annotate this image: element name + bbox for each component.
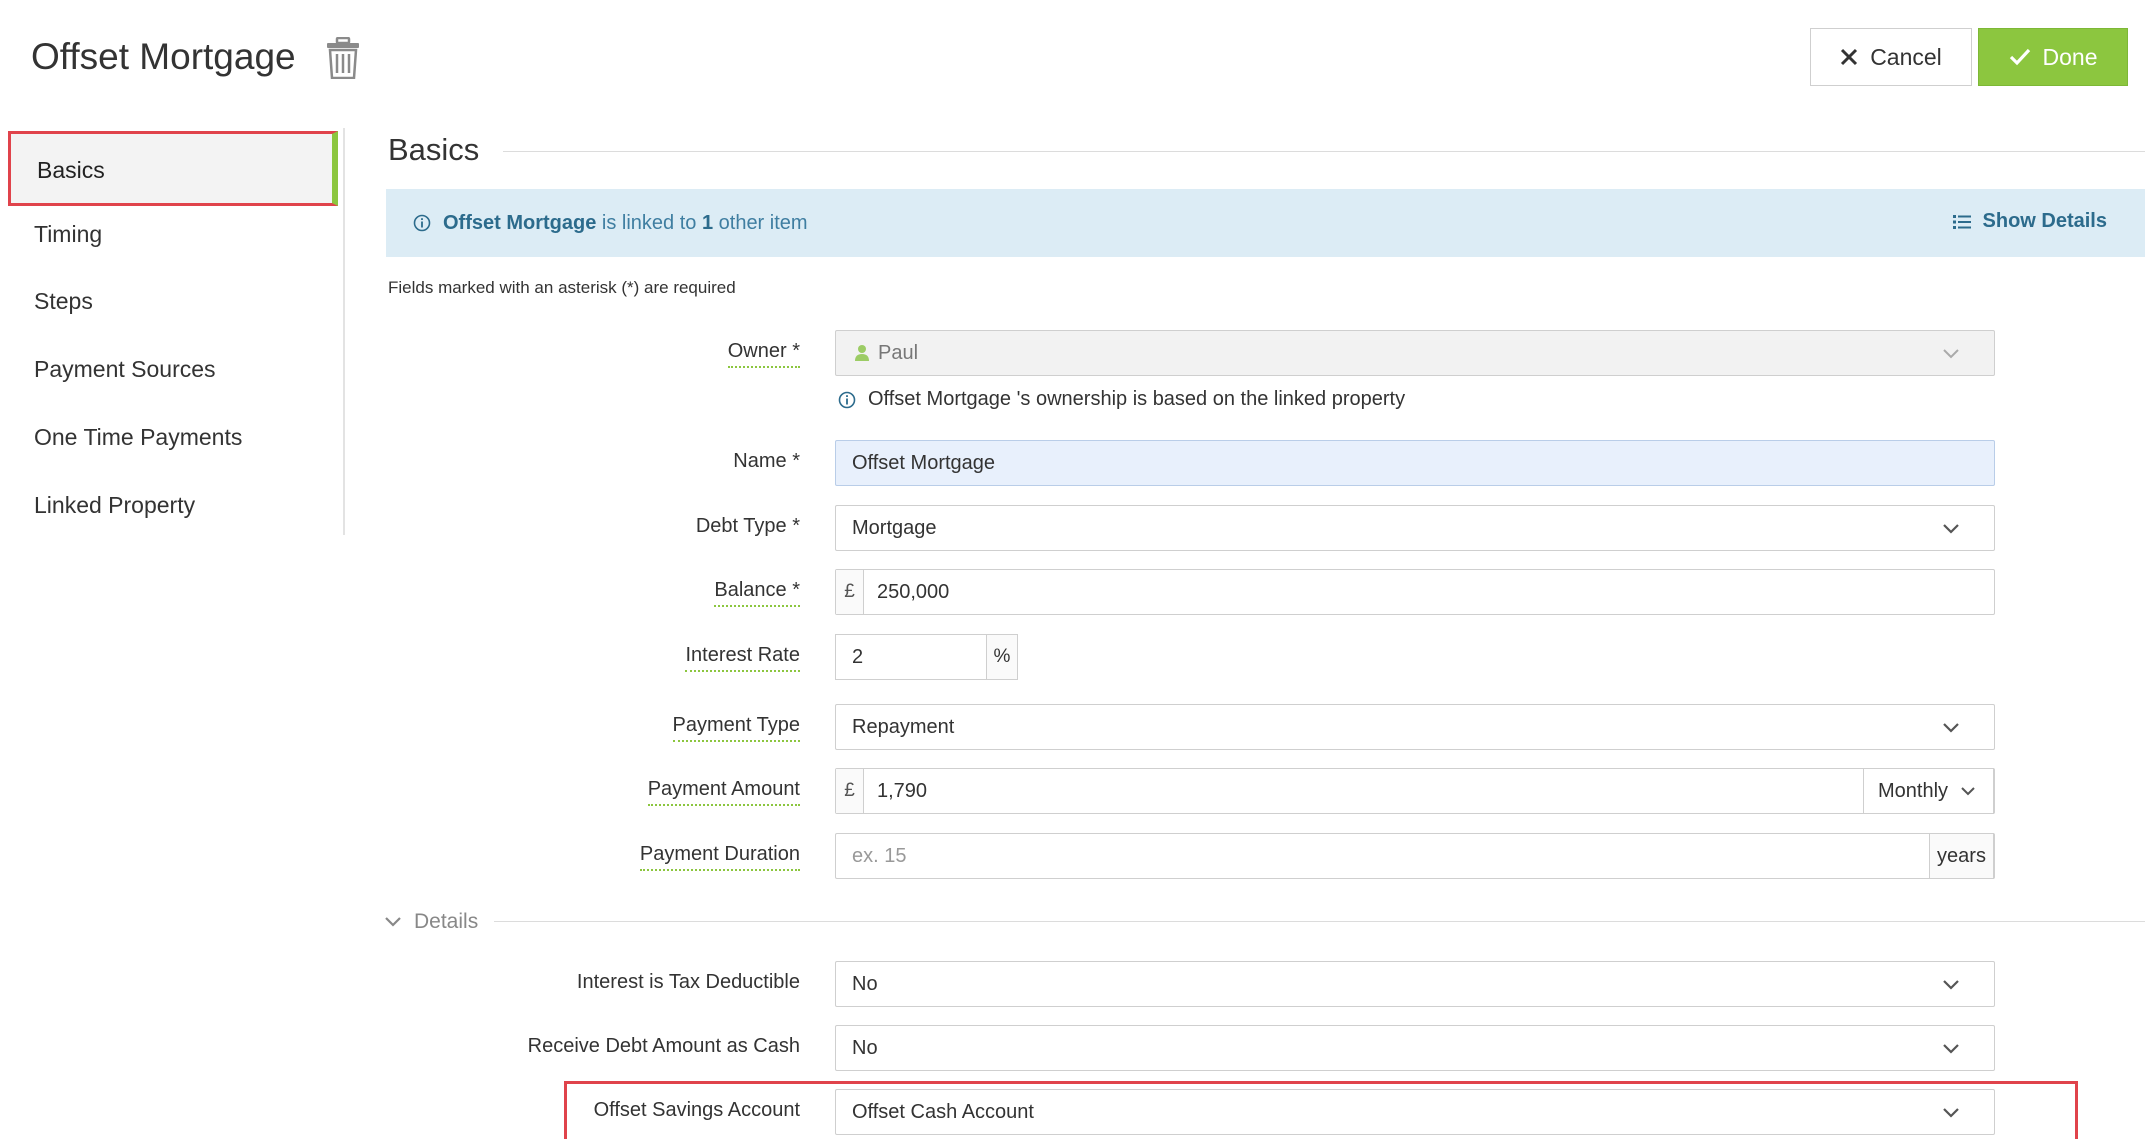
info-item-name[interactable]: Offset Mortgage [443, 212, 596, 235]
list-icon [1952, 214, 1971, 229]
debt-type-label: Debt Type * [695, 515, 800, 537]
chevron-down-icon [1961, 787, 1975, 796]
chevron-down-icon [385, 917, 401, 927]
balance-label: Balance * [714, 579, 800, 607]
payment-duration-label: Payment Duration [639, 843, 800, 871]
show-details-label: Show Details [1982, 210, 2107, 232]
section-title: Basics [388, 132, 480, 167]
owner-label: Owner * [727, 340, 800, 368]
payment-amount-input[interactable]: £ 1,790 Monthly [835, 768, 1995, 814]
owner-value: Paul [878, 341, 919, 364]
debt-type-select[interactable]: Mortgage [835, 505, 1995, 551]
interest-tax-select[interactable]: No [835, 961, 1995, 1007]
details-divider [494, 921, 2145, 922]
sidebar-item-payment-sources[interactable]: Payment Sources [34, 356, 216, 383]
chevron-down-icon [1943, 524, 1959, 534]
info-icon [838, 391, 856, 408]
currency-prefix: £ [836, 769, 864, 813]
payment-duration-input[interactable]: ex. 15 years [835, 833, 1995, 879]
owner-note: Offset Mortgage 's ownership is based on… [838, 388, 1405, 411]
payment-duration-placeholder: ex. 15 [852, 844, 907, 867]
section-divider [503, 151, 2145, 152]
cancel-label: Cancel [1870, 43, 1942, 70]
owner-select: Paul [835, 330, 1995, 376]
years-suffix: years [1929, 833, 1994, 879]
frequency-select[interactable]: Monthly [1863, 768, 1994, 814]
info-text-2: other item [713, 211, 808, 234]
frequency-value: Monthly [1878, 779, 1949, 802]
info-count: 1 [701, 211, 714, 234]
details-label: Details [414, 910, 479, 933]
receive-cash-select[interactable]: No [835, 1025, 1995, 1071]
balance-value: 250,000 [877, 580, 950, 603]
page-title: Offset Mortgage [31, 36, 296, 77]
percent-suffix: % [986, 635, 1017, 679]
done-button[interactable]: Done [1978, 28, 2128, 86]
name-value: Offset Mortgage [852, 451, 996, 474]
payment-amount-value: 1,790 [877, 779, 928, 802]
debt-type-value: Mortgage [852, 516, 937, 539]
chevron-down-icon [1943, 1044, 1959, 1054]
chevron-down-icon [1943, 349, 1959, 359]
balance-input[interactable]: £ 250,000 [835, 569, 1995, 615]
chevron-down-icon [1943, 1108, 1959, 1118]
done-label: Done [2042, 43, 2098, 70]
sidebar-item-label: Basics [37, 157, 105, 183]
name-input[interactable]: Offset Mortgage [835, 440, 1995, 486]
chevron-down-icon [1943, 723, 1959, 733]
sidebar-item-timing[interactable]: Timing [34, 221, 102, 248]
close-icon [1841, 48, 1858, 66]
receive-cash-value: No [852, 1036, 878, 1059]
details-toggle[interactable]: Details [384, 910, 478, 934]
sidebar-item-one-time-payments[interactable]: One Time Payments [34, 424, 242, 451]
required-note: Fields marked with an asterisk (*) are r… [388, 278, 736, 297]
payment-amount-label: Payment Amount [647, 778, 800, 806]
chevron-down-icon [1943, 980, 1959, 990]
show-details-button[interactable]: Show Details [1952, 210, 2107, 233]
check-icon [2009, 48, 2030, 66]
offset-account-value: Offset Cash Account [852, 1100, 1034, 1123]
interest-rate-value: 2 [852, 645, 864, 668]
info-text-1: is linked to [596, 211, 702, 234]
sidebar: Basics Timing Steps Payment Sources One … [0, 128, 345, 535]
trash-icon[interactable] [325, 37, 361, 79]
linked-info-bar: Offset Mortgage is linked to 1 other ite… [386, 189, 2145, 257]
receive-cash-label: Receive Debt Amount as Cash [527, 1035, 800, 1057]
currency-prefix: £ [836, 570, 864, 614]
payment-type-value: Repayment [852, 715, 955, 738]
sidebar-item-basics[interactable]: Basics [8, 131, 338, 206]
info-icon [413, 214, 431, 232]
offset-account-select[interactable]: Offset Cash Account [835, 1089, 1995, 1135]
interest-tax-label: Interest is Tax Deductible [576, 971, 800, 993]
interest-tax-value: No [852, 972, 878, 995]
payment-type-label: Payment Type [672, 714, 800, 742]
name-label: Name * [733, 450, 800, 472]
payment-type-select[interactable]: Repayment [835, 704, 1995, 750]
interest-rate-label: Interest Rate [685, 644, 800, 672]
person-icon [855, 345, 869, 361]
cancel-button[interactable]: Cancel [1810, 28, 1972, 86]
interest-rate-input[interactable]: 2 % [835, 634, 1018, 680]
sidebar-item-steps[interactable]: Steps [34, 288, 93, 315]
owner-note-text: Offset Mortgage 's ownership is based on… [868, 388, 1406, 410]
offset-account-label: Offset Savings Account [593, 1099, 800, 1121]
sidebar-item-linked-property[interactable]: Linked Property [34, 492, 195, 519]
